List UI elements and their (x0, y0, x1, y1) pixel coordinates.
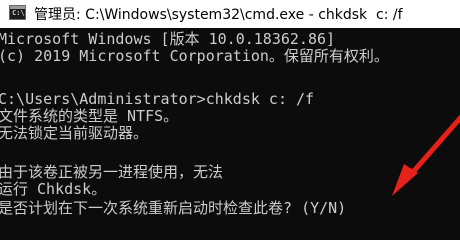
window-title: 管理员: C:\Windows\system32\cmd.exe - chkds… (34, 7, 403, 23)
console-line-prompt: C:\Users\Administrator>chkdsk c: /f (0, 90, 315, 108)
console-output[interactable]: Microsoft Windows [版本 10.0.18362.86] (c)… (0, 28, 460, 240)
console-line-lock-fail: 无法锁定当前驱动器。 (0, 124, 149, 142)
cmd-console-icon[interactable]: C:\ (9, 5, 26, 20)
cmd-window: C:\ 管理员: C:\Windows\system32\cmd.exe - c… (0, 0, 460, 240)
console-line-schedule-question[interactable]: 是否计划在下一次系统重新启动时检查此卷? (Y/N) (0, 200, 346, 217)
console-line-fs-type: 文件系统的类型是 NTFS。 (0, 107, 179, 125)
console-line-run-chkdsk: 运行 Chkdsk。 (0, 180, 107, 198)
console-line-in-use: 由于该卷正被另一进程使用，无法 (0, 163, 224, 181)
console-line-version: Microsoft Windows [版本 10.0.18362.86] (0, 30, 336, 48)
title-bar[interactable]: C:\ 管理员: C:\Windows\system32\cmd.exe - c… (0, 0, 460, 28)
console-line-copyright: (c) 2019 Microsoft Corporation。保留所有权利。 (0, 47, 389, 65)
cmd-icon-glyph: C:\ (12, 9, 25, 17)
